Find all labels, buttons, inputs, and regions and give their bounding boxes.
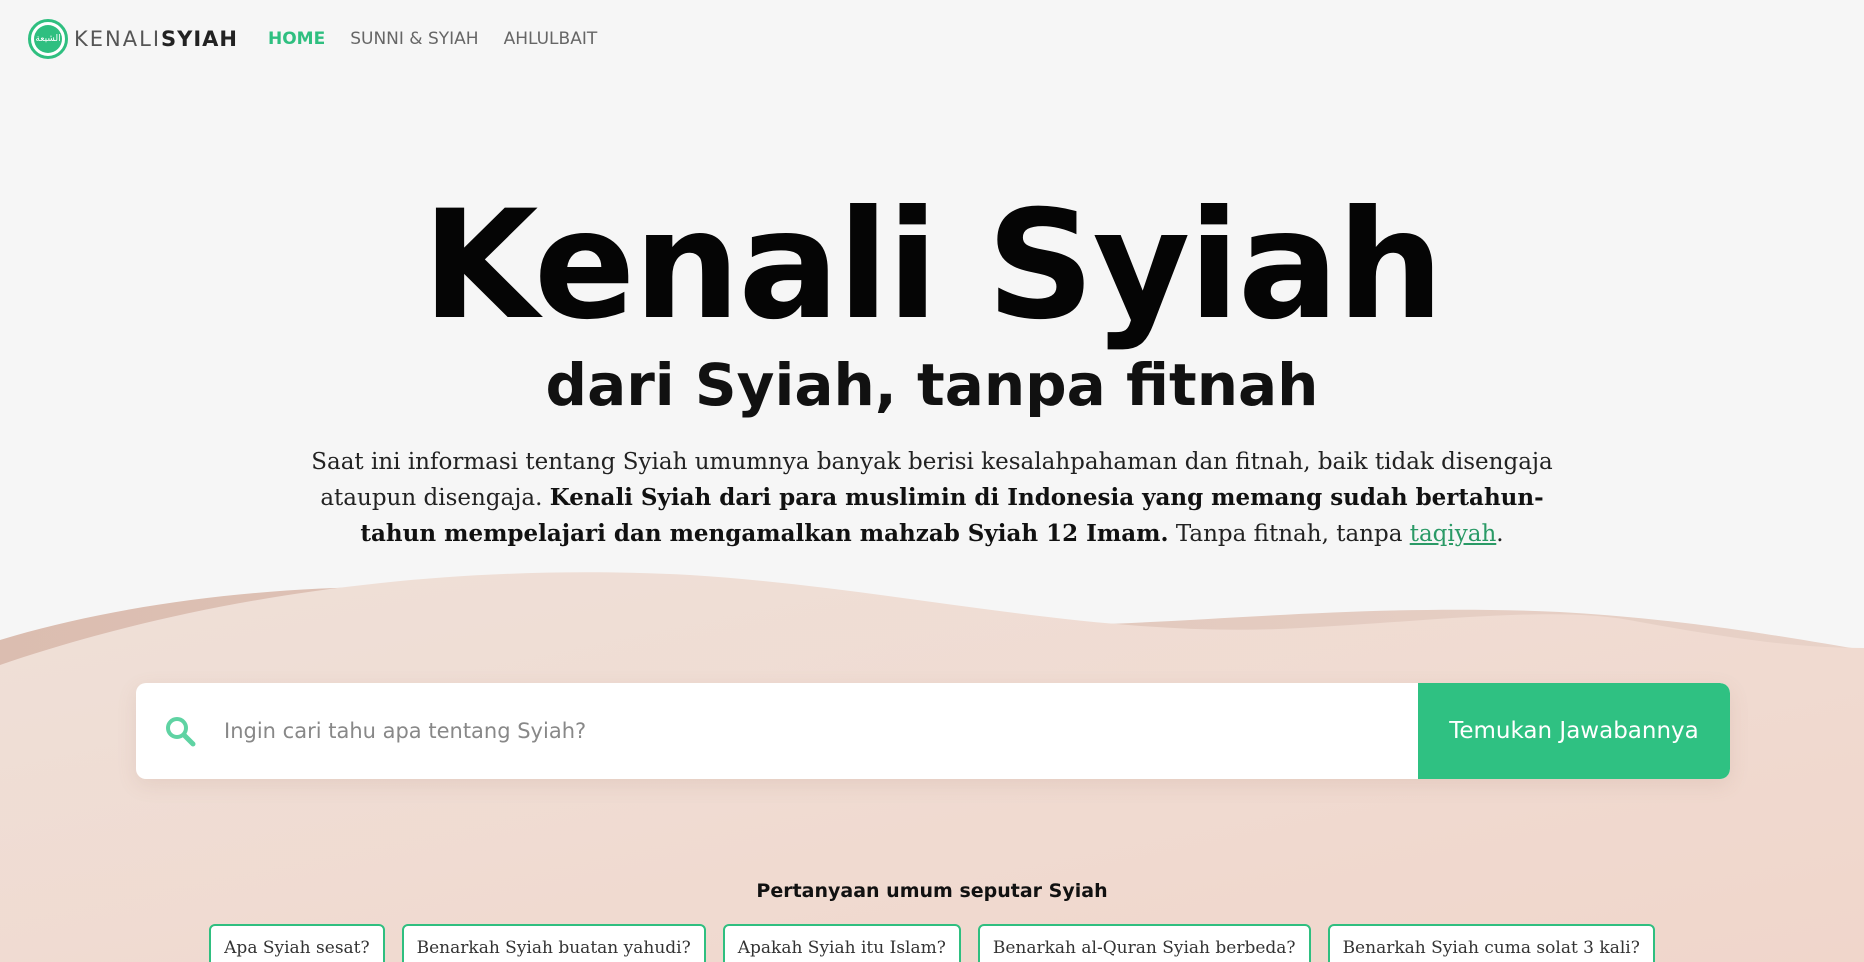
hero-title: Kenali Syiah — [422, 179, 1444, 353]
faq-title: Pertanyaan umum seputar Syiah — [756, 880, 1108, 902]
faq-chip[interactable]: Apakah Syiah itu Islam? — [722, 924, 961, 962]
faq-chip[interactable]: Apa Syiah sesat? — [209, 924, 385, 962]
hero-description: Saat ini informasi tentang Syiah umumnya… — [297, 444, 1567, 552]
faq-chip[interactable]: Benarkah al-Quran Syiah berbeda? — [977, 924, 1311, 962]
nav-link-ahlulbait[interactable]: AHLULBAIT — [504, 29, 598, 49]
logo-icon: الشيعة — [28, 19, 68, 59]
page: الشيعة KENALI SYIAH HOME SUNNI & SYIAH A… — [0, 0, 1864, 962]
logo-text-kenali: KENALI — [74, 27, 162, 51]
faq-chip[interactable]: Benarkah Syiah cuma solat 3 kali? — [1327, 924, 1655, 962]
hero: Kenali Syiah dari Syiah, tanpa fitnah Sa… — [0, 186, 1864, 552]
logo[interactable]: الشيعة KENALI SYIAH — [28, 19, 238, 59]
top-nav: الشيعة KENALI SYIAH HOME SUNNI & SYIAH A… — [28, 18, 622, 60]
hero-desc-part2: Tanpa fitnah, tanpa — [1168, 521, 1410, 547]
logo-text-syiah: SYIAH — [161, 27, 238, 51]
search-button[interactable]: Temukan Jawabannya — [1418, 683, 1730, 779]
search-icon — [136, 683, 224, 779]
logo-mark-text: الشيعة — [34, 25, 62, 53]
search-bar: Temukan Jawabannya — [136, 683, 1730, 779]
hero-desc-end: . — [1496, 521, 1504, 547]
nav-link-sunni-syiah[interactable]: SUNNI & SYIAH — [350, 29, 478, 49]
hero-subtitle: dari Syiah, tanpa fitnah — [545, 351, 1319, 419]
faq-chip[interactable]: Benarkah Syiah buatan yahudi? — [401, 924, 706, 962]
search-input[interactable] — [224, 683, 1418, 779]
taqiyah-link[interactable]: taqiyah — [1410, 521, 1497, 547]
faq-chips: Apa Syiah sesat? Benarkah Syiah buatan y… — [0, 924, 1864, 962]
nav-link-home[interactable]: HOME — [268, 29, 325, 49]
